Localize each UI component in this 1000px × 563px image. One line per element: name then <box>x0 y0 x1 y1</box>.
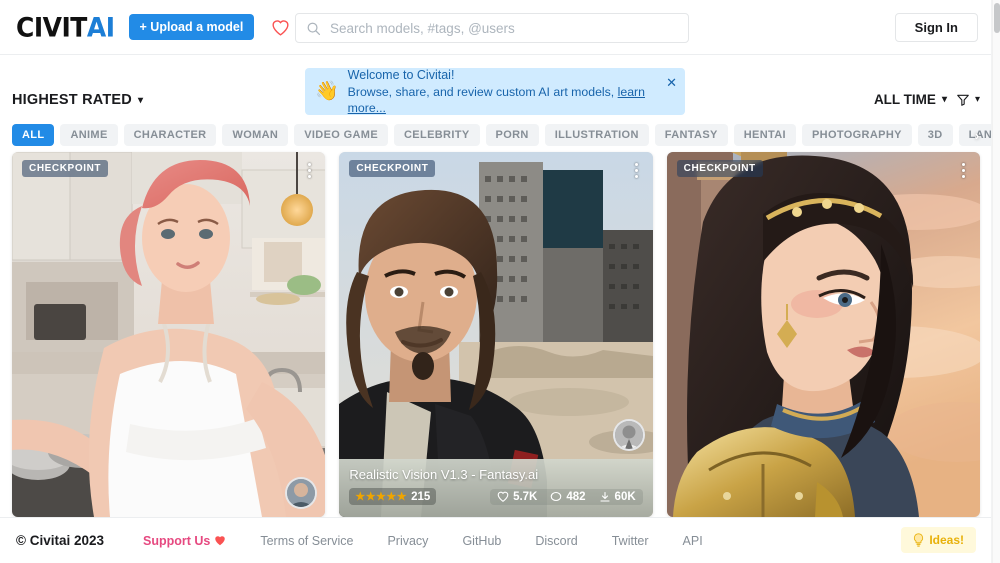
logo-text-civit: CIVIT <box>16 11 87 43</box>
tag-pill-all[interactable]: ALL <box>12 124 55 146</box>
model-type-badge: CHECKPOINT <box>349 160 436 177</box>
footer-link-discord[interactable]: Discord <box>518 534 594 548</box>
model-card-image <box>12 152 326 517</box>
sort-row: HIGHEST RATED ▾ ALL TIME ▾ ▾ <box>0 92 992 120</box>
downloads-count: 60K <box>614 490 636 503</box>
star-rating-icon: ★★★★★ <box>355 491 408 503</box>
model-title: Realistic Vision V1.3 - Fantasy.ai <box>349 467 539 482</box>
upload-a-model-button[interactable]: + Upload a model <box>128 14 255 40</box>
close-icon[interactable]: ✕ <box>666 76 677 89</box>
civitai-logo[interactable]: CIVIT AI <box>16 14 115 40</box>
tag-pill-fantasy[interactable]: FANTASY <box>654 124 728 146</box>
footer-links: Support Us Terms of Service Privacy GitH… <box>126 534 720 548</box>
filter-button[interactable]: ▾ <box>956 93 980 107</box>
rating-badge: ★★★★★ 215 <box>349 488 437 505</box>
model-card[interactable]: CHECKPOINT <box>12 152 326 517</box>
footer-link-terms-of-service[interactable]: Terms of Service <box>243 534 370 548</box>
model-card[interactable]: CHECKPOINT Realistic Vision V1.3 - Fanta… <box>339 152 653 517</box>
time-range-label: ALL TIME <box>873 92 936 107</box>
search-icon <box>306 21 321 36</box>
lightbulb-icon <box>913 533 924 547</box>
site-footer: © Civitai 2023 Support Us Terms of Servi… <box>0 517 992 563</box>
download-icon <box>599 491 611 503</box>
tag-pill-woman[interactable]: WOMAN <box>222 124 289 146</box>
tag-pill-photography[interactable]: PHOTOGRAPHY <box>801 124 912 146</box>
chevron-down-icon: ▾ <box>941 94 947 105</box>
heart-icon[interactable] <box>268 15 292 39</box>
banner-title: Welcome to Civitai! <box>347 68 455 83</box>
tag-pill-hentai[interactable]: HENTAI <box>733 124 796 146</box>
card-menu-button[interactable] <box>630 160 644 180</box>
rating-count: 215 <box>411 490 431 503</box>
tags-scroll-right-icon[interactable]: › <box>966 124 988 146</box>
heart-icon <box>214 535 226 546</box>
likes-count: 5.7K <box>513 490 538 503</box>
footer-link-api[interactable]: API <box>666 534 720 548</box>
sort-dropdown[interactable]: HIGHEST RATED ▾ <box>12 92 143 108</box>
tag-pill-illustration[interactable]: ILLUSTRATION <box>544 124 649 146</box>
search-box[interactable] <box>295 13 689 43</box>
ideas-label: Ideas! <box>929 533 964 547</box>
sort-dropdown-label: HIGHEST RATED <box>12 92 132 108</box>
creator-avatar[interactable] <box>612 419 645 451</box>
civitai-page: CIVITAI + Upload a model Sign In 👋 Welco… <box>0 0 1000 563</box>
tag-pill-celebrity[interactable]: CELEBRITY <box>394 124 480 146</box>
comments-count: 482 <box>566 490 586 503</box>
card-menu-button[interactable] <box>302 160 316 180</box>
chevron-down-icon: ▾ <box>974 94 980 105</box>
tag-pill-anime[interactable]: ANIME <box>60 124 118 146</box>
heart-icon <box>497 491 509 502</box>
search-container <box>295 13 689 43</box>
page-scrollbar[interactable] <box>992 0 1000 563</box>
comments-stat: 482 <box>550 490 586 503</box>
model-card-grid: CHECKPOINT CHECKPOINT Realistic Vision V… <box>12 152 980 517</box>
model-type-badge: CHECKPOINT <box>676 160 763 177</box>
search-input[interactable] <box>330 20 660 36</box>
model-type-badge: CHECKPOINT <box>22 160 109 177</box>
footer-support-label: Support Us <box>143 533 211 548</box>
footer-link-support-us[interactable]: Support Us <box>126 534 243 548</box>
scrollbar-thumb[interactable] <box>994 3 1000 33</box>
likes-stat: 5.7K <box>497 491 537 503</box>
footer-link-github[interactable]: GitHub <box>445 534 518 548</box>
sign-in-button[interactable]: Sign In <box>894 13 978 42</box>
model-stats: ★★★★★ 215 5.7K 482 60K <box>349 488 643 505</box>
sort-right-controls: ALL TIME ▾ ▾ <box>874 92 980 107</box>
stat-group: 5.7K 482 60K <box>490 488 643 505</box>
copyright-text: © Civitai 2023 <box>16 533 104 548</box>
card-menu-button[interactable] <box>957 160 971 180</box>
model-card-info: Realistic Vision V1.3 - Fantasy.ai ★★★★★… <box>339 459 653 517</box>
footer-link-privacy[interactable]: Privacy <box>370 534 445 548</box>
footer-link-twitter[interactable]: Twitter <box>595 534 666 548</box>
tag-pill-video-game[interactable]: VIDEO GAME <box>294 124 389 146</box>
tag-pill-character[interactable]: CHARACTER <box>123 124 217 146</box>
model-card-image <box>666 152 980 517</box>
logo-text-ai: AI <box>86 11 115 43</box>
model-card[interactable]: CHECKPOINT <box>666 152 980 517</box>
time-range-dropdown[interactable]: ALL TIME ▾ <box>874 92 947 107</box>
chevron-down-icon: ▾ <box>137 94 144 106</box>
tag-filter-list[interactable]: ALL ANIME CHARACTER WOMAN VIDEO GAME CEL… <box>0 124 992 146</box>
comment-icon <box>550 491 562 503</box>
filter-funnel-icon <box>956 93 970 107</box>
tag-pill-3d[interactable]: 3D <box>917 124 953 146</box>
tag-pill-porn[interactable]: PORN <box>485 124 539 146</box>
downloads-stat: 60K <box>599 491 636 503</box>
ideas-button[interactable]: Ideas! <box>901 527 976 553</box>
